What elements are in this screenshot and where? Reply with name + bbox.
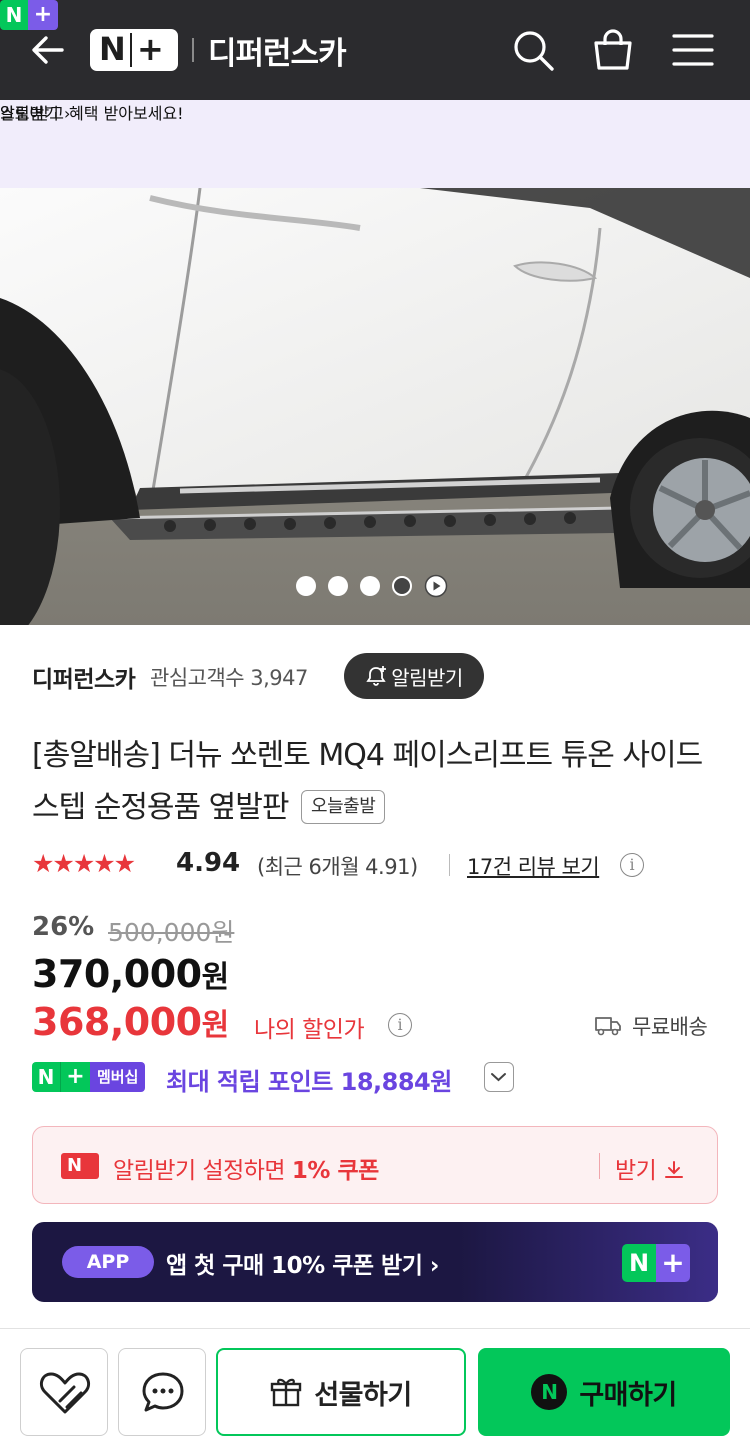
carousel-dot[interactable] (328, 576, 348, 596)
info-icon[interactable]: i (620, 853, 644, 877)
buy-button[interactable]: N 구매하기 (478, 1348, 730, 1436)
shopping-bag-icon[interactable] (590, 27, 636, 73)
info-icon[interactable]: i (388, 1013, 412, 1037)
naver-plus-membership-badge: N + 멤버십 (32, 1062, 146, 1092)
get-coupon-button[interactable]: 받기 (615, 1151, 685, 1185)
truck-icon (595, 1017, 621, 1036)
coupon-divider (599, 1153, 600, 1179)
chat-bubble-icon (142, 1372, 184, 1412)
play-icon[interactable] (424, 574, 448, 598)
follow-store-button[interactable]: 알림받기 (344, 653, 484, 699)
carousel-dot[interactable] (360, 576, 380, 596)
back-arrow-icon[interactable] (26, 28, 70, 72)
chevron-down-icon (491, 1073, 506, 1082)
product-title: [총알배송] 더뉴 쏘렌토 MQ4 페이스리프트 튜온 사이드스텝 순정용품 옆… (32, 738, 703, 825)
coupon-message: 알림받기 설정하면 1% 쿠폰 (113, 1158, 379, 1184)
discount-rate: 26% (32, 912, 95, 942)
gift-icon (271, 1378, 302, 1407)
my-discount-label: 나의 할인가 (254, 1017, 365, 1043)
naver-plus-logo: N + (622, 1244, 690, 1282)
same-day-shipping-tag: 오늘출발 (301, 790, 386, 824)
store-name[interactable]: 디퍼런스카 (208, 28, 347, 73)
carousel-indicators (296, 574, 448, 598)
seller-name[interactable]: 디퍼런스카 (32, 660, 136, 694)
search-icon[interactable] (510, 27, 556, 73)
app-coupon-message: 앱 첫 구매 10% 쿠폰 받기 › (166, 1253, 439, 1279)
naver-plus-badge: N + (0, 0, 58, 30)
top-navigation-bar: N + 디퍼런스카 (0, 0, 750, 100)
sale-price: 370,000원 (32, 952, 229, 996)
rating-divider (449, 854, 450, 876)
carousel-dot[interactable] (296, 576, 316, 596)
bell-plus-icon (366, 666, 387, 686)
naver-n-circle-icon: N (531, 1374, 568, 1410)
product-image-carousel[interactable] (0, 188, 750, 625)
view-reviews-link[interactable]: 17건 리뷰 보기 (467, 851, 600, 881)
talk-talk-button[interactable] (118, 1348, 206, 1436)
app-coupon-banner[interactable]: APP 앱 첫 구매 10% 쿠폰 받기 › N + (32, 1222, 718, 1302)
free-shipping-label: 무료배송 (632, 1015, 708, 1039)
heart-icon (39, 1372, 91, 1414)
original-price: 500,000원 (108, 918, 235, 947)
naver-plus-logo[interactable]: N + (90, 29, 178, 71)
notice-subscribe-link[interactable]: 알림받기 › (0, 100, 70, 124)
recent-rating: (최근 6개월 4.91) (257, 855, 418, 879)
app-tag: APP (62, 1246, 154, 1278)
max-points: 최대 적립 포인트 18,884원 (166, 1068, 452, 1096)
header-divider (192, 38, 194, 62)
wishlist-button[interactable] (20, 1348, 108, 1436)
naver-n-badge: N (61, 1153, 99, 1179)
points-expand-toggle[interactable] (484, 1062, 514, 1092)
carousel-dot-active[interactable] (392, 576, 412, 596)
menu-icon[interactable] (670, 27, 716, 73)
notification-coupon-card[interactable]: N 알림받기 설정하면 1% 쿠폰 받기 (32, 1126, 718, 1204)
download-icon (665, 1161, 684, 1178)
star-rating-icon: ★★★★★ (32, 849, 136, 878)
interested-customers-count: 관심고객수 3,947 (150, 666, 308, 690)
gift-button[interactable]: 선물하기 (216, 1348, 466, 1436)
product-photo (0, 188, 750, 625)
rating-score: 4.94 (176, 848, 241, 878)
my-discount-price: 368,000원 (32, 1000, 229, 1044)
